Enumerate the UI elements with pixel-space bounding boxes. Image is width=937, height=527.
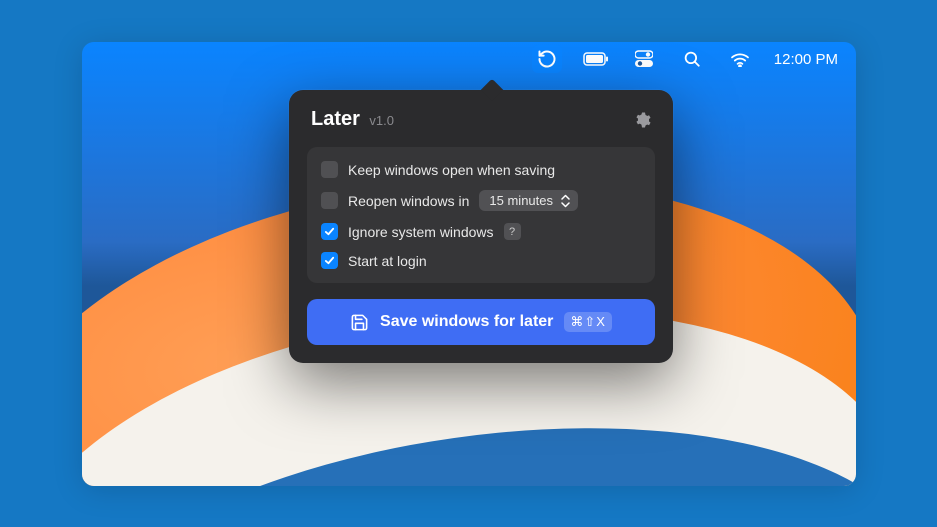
reopen-delay-select[interactable]: 15 minutes — [479, 190, 578, 211]
ignore-system-label: Ignore system windows — [348, 224, 494, 240]
reopen-label: Reopen windows in — [348, 193, 469, 209]
save-windows-button[interactable]: Save windows for later ⌘⇧X — [307, 299, 655, 345]
menubar: 12:00 PM — [82, 42, 856, 76]
start-login-label: Start at login — [348, 253, 427, 269]
app-title-group: Later v1.0 — [311, 108, 394, 131]
spotlight-search-icon[interactable] — [678, 45, 706, 73]
save-floppy-icon — [350, 313, 369, 332]
settings-gear-icon[interactable] — [633, 111, 651, 129]
ignore-system-help-icon[interactable]: ? — [504, 223, 521, 240]
keep-open-label: Keep windows open when saving — [348, 162, 555, 178]
menubar-clock[interactable]: 12:00 PM — [774, 51, 838, 68]
option-reopen: Reopen windows in 15 minutes — [321, 190, 641, 211]
later-menubar-icon[interactable] — [532, 45, 562, 73]
option-ignore-system: Ignore system windows ? — [321, 223, 641, 240]
wifi-icon[interactable] — [726, 45, 754, 73]
options-panel: Keep windows open when saving Reopen win… — [307, 147, 655, 283]
reopen-checkbox[interactable] — [321, 192, 338, 209]
save-button-label: Save windows for later — [380, 313, 553, 331]
start-login-checkbox[interactable] — [321, 252, 338, 269]
save-button-shortcut: ⌘⇧X — [564, 312, 612, 332]
reopen-delay-value: 15 minutes — [489, 193, 553, 208]
popover-header: Later v1.0 — [307, 108, 655, 131]
option-keep-open: Keep windows open when saving — [321, 161, 641, 178]
select-chevrons-icon — [561, 194, 570, 208]
later-popover: Later v1.0 Keep windows open when saving… — [289, 90, 673, 363]
control-center-icon[interactable] — [630, 45, 658, 73]
ignore-system-checkbox[interactable] — [321, 223, 338, 240]
app-title: Later — [311, 108, 360, 130]
keep-open-checkbox[interactable] — [321, 161, 338, 178]
option-start-login: Start at login — [321, 252, 641, 269]
battery-icon[interactable] — [582, 45, 610, 73]
desktop-frame: 12:00 PM Later v1.0 Keep windows open wh… — [82, 42, 856, 486]
app-version: v1.0 — [369, 113, 394, 128]
